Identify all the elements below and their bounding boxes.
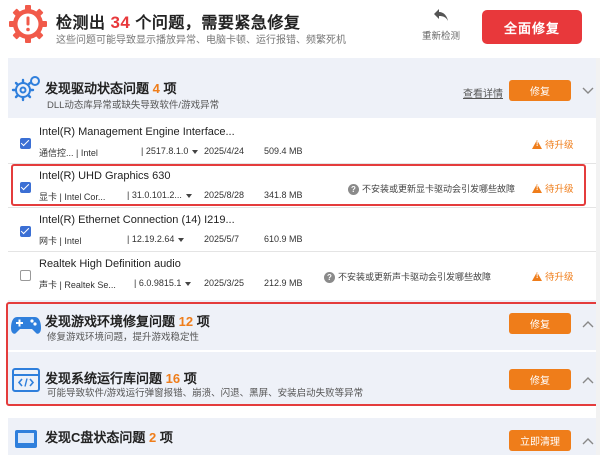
row-divider: [8, 251, 598, 252]
scrollbar[interactable]: [596, 58, 600, 455]
driver-category: 通信控... | Intel: [39, 148, 98, 158]
page-subtitle: 这些问题可能导致显示播放异常、电脑卡顿、运行报错、频繁死机: [56, 35, 346, 46]
driver-date: 2025/4/24: [204, 146, 245, 156]
driver-size: 610.9 MB: [264, 234, 303, 244]
disk-section-title: 发现C盘状态问题 2 项: [45, 430, 173, 445]
dropdown-arrow-icon: [192, 149, 199, 154]
rescan-button[interactable]: 重新检测: [416, 8, 466, 42]
driver-fix-button[interactable]: 修复: [509, 80, 571, 101]
driver-name: Intel(R) Ethernet Connection (14) I219..…: [39, 214, 235, 226]
driver-checkbox[interactable]: [20, 270, 31, 281]
chevron-down-icon[interactable]: [582, 87, 594, 95]
driver-version-select[interactable]: | 2517.8.1.0: [141, 146, 199, 156]
highlight-box: [11, 164, 586, 206]
driver-name: Realtek High Definition audio: [39, 258, 181, 270]
warning-icon: [532, 272, 542, 281]
disk-icon: [15, 430, 37, 448]
view-details-link[interactable]: 查看详情: [463, 85, 503, 100]
driver-category: 声卡 | Realtek Se...: [39, 280, 116, 290]
driver-status: 待升级: [532, 137, 574, 151]
dropdown-arrow-icon: [178, 237, 185, 242]
rescan-label: 重新检测: [421, 31, 460, 42]
driver-category: 网卡 | Intel: [39, 236, 82, 246]
back-arrow-icon: [434, 9, 448, 21]
driver-section-title: 发现驱动状态问题 4 项: [45, 81, 177, 96]
driver-size: 509.4 MB: [264, 146, 303, 156]
driver-section-description: DLL动态库异常或缺失导致软件/游戏异常: [47, 100, 220, 111]
driver-size: 212.9 MB: [264, 278, 303, 288]
fix-all-button[interactable]: 全面修复: [482, 10, 582, 44]
clean-now-button[interactable]: 立即清理: [509, 430, 571, 451]
issue-count: 34: [110, 13, 131, 32]
driver-status: 待升级: [532, 269, 574, 283]
driver-help-link[interactable]: ? 不安装或更新声卡驱动会引发哪些故障: [324, 270, 491, 284]
driver-row: Realtek High Definition audio 声卡 | Realt…: [8, 253, 598, 299]
disk-section-header: 发现C盘状态问题 2 项 立即清理: [8, 418, 598, 455]
question-icon: ?: [324, 272, 335, 284]
highlight-box: [6, 302, 599, 406]
driver-date: 2025/5/7: [204, 234, 240, 244]
settings-gear-icon: [11, 76, 40, 102]
driver-section-header: 发现驱动状态问题 4 项 DLL动态库异常或缺失导致软件/游戏异常 查看详情 修…: [8, 58, 598, 118]
driver-version-select[interactable]: | 6.0.9815.1: [134, 278, 192, 288]
dropdown-arrow-icon: [185, 281, 192, 286]
warning-icon: [532, 140, 542, 149]
driver-date: 2025/3/25: [204, 278, 245, 288]
driver-row: Intel(R) Ethernet Connection (14) I219..…: [8, 209, 598, 255]
driver-version-select[interactable]: | 12.19.2.64: [127, 234, 185, 244]
driver-checkbox[interactable]: [20, 138, 31, 149]
driver-name: Intel(R) Management Engine Interface...: [39, 126, 235, 138]
row-divider: [8, 207, 598, 208]
driver-checkbox[interactable]: [20, 226, 31, 237]
header: 检测出 34 个问题，需要紧急修复 这些问题可能导致显示播放异常、电脑卡顿、运行…: [0, 0, 600, 56]
warning-gear-icon: [9, 5, 47, 43]
page-title: 检测出 34 个问题，需要紧急修复: [56, 13, 301, 32]
driver-row: Intel(R) Management Engine Interface... …: [8, 121, 598, 167]
chevron-up-icon[interactable]: [582, 437, 594, 445]
